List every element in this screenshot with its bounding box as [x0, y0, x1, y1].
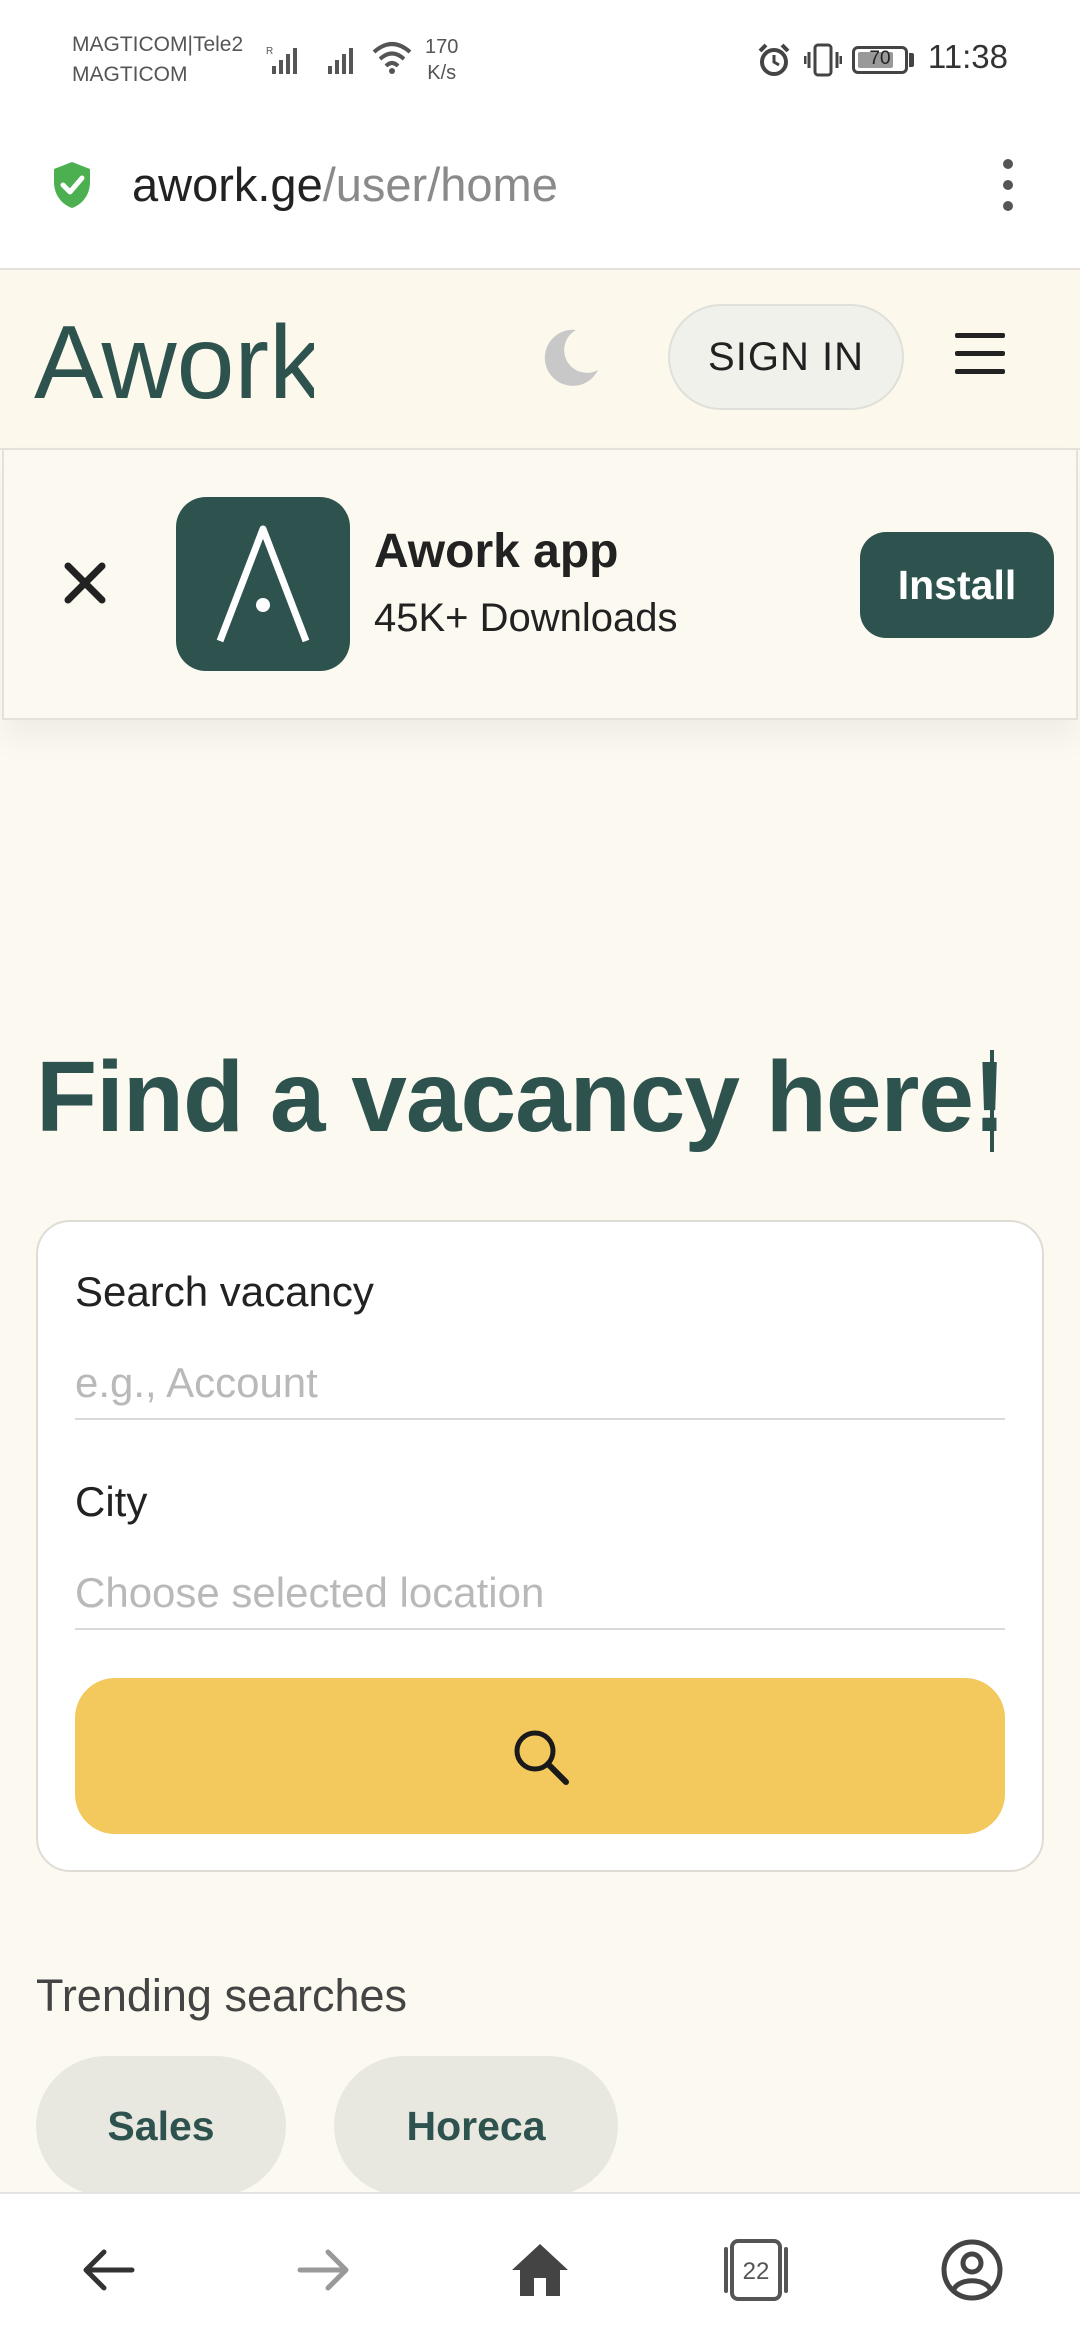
app-downloads: 45K+ Downloads: [374, 596, 678, 640]
app-logo-icon: [176, 497, 350, 671]
svg-text:R: R: [266, 46, 273, 57]
carrier-line-2: MAGTICOM: [72, 63, 188, 86]
tabs-count: 22: [743, 2258, 770, 2285]
wifi-icon: [372, 42, 412, 74]
speed-unit: K/s: [427, 62, 457, 84]
secure-shield-icon[interactable]: [50, 160, 94, 210]
awork-logo[interactable]: Awork: [34, 306, 314, 406]
app-logo-a-mark: [216, 525, 310, 643]
tabs-button[interactable]: 22: [716, 2230, 796, 2310]
home-icon: [512, 2244, 568, 2296]
forward-button[interactable]: [284, 2230, 364, 2310]
url-domain: awork.ge: [132, 158, 323, 211]
url-path: /user/home: [322, 158, 558, 211]
search-vacancy-label: Search vacancy: [75, 1268, 374, 1315]
dark-mode-moon-icon[interactable]: [540, 326, 602, 388]
logo-text: Awork: [34, 306, 314, 406]
search-vacancy-input[interactable]: [75, 1348, 1005, 1420]
trending-chip-sales[interactable]: Sales: [36, 2056, 286, 2196]
hamburger-menu-icon[interactable]: [955, 333, 1005, 375]
carrier-info: MAGTICOM|Tele2 MAGTICOM: [72, 30, 243, 90]
close-banner-icon[interactable]: [60, 558, 110, 608]
hero-title: Find a vacancy here!: [36, 1041, 1006, 1153]
signal-icon-2: [328, 48, 353, 74]
alarm-icon: [758, 43, 790, 76]
battery-cap: [909, 53, 914, 67]
home-button[interactable]: [500, 2230, 580, 2310]
signal-icon-1: R: [266, 46, 297, 74]
forward-arrow-icon: [297, 2249, 349, 2291]
back-arrow-icon: [83, 2249, 135, 2291]
search-icon: [514, 1730, 569, 1785]
app-name: Awork app: [374, 525, 619, 578]
profile-button[interactable]: [932, 2230, 1012, 2310]
typing-cursor: [990, 1050, 994, 1152]
search-button[interactable]: [75, 1678, 1005, 1834]
speed-value: 170: [425, 36, 459, 58]
sign-in-button[interactable]: SIGN IN: [668, 304, 904, 410]
tabs-icon: 22: [724, 2239, 788, 2301]
city-input[interactable]: [75, 1558, 1005, 1630]
battery-percent: 70: [869, 48, 891, 69]
battery-icon: 70: [852, 46, 908, 74]
profile-icon: [941, 2239, 1003, 2301]
url-text[interactable]: awork.ge/user/home: [132, 157, 558, 212]
trending-chip-horeca[interactable]: Horeca: [334, 2056, 618, 2196]
clock: 11:38: [927, 38, 1008, 75]
back-button[interactable]: [68, 2230, 148, 2310]
browser-menu-icon[interactable]: [996, 158, 1020, 212]
install-button[interactable]: Install: [860, 532, 1054, 638]
trending-searches-title: Trending searches: [36, 1970, 408, 2021]
city-label: City: [75, 1478, 148, 1525]
carrier-line-1: MAGTICOM|Tele2: [72, 33, 244, 56]
network-speed: 170 K/s: [425, 34, 458, 86]
vibrate-icon: [804, 43, 842, 77]
